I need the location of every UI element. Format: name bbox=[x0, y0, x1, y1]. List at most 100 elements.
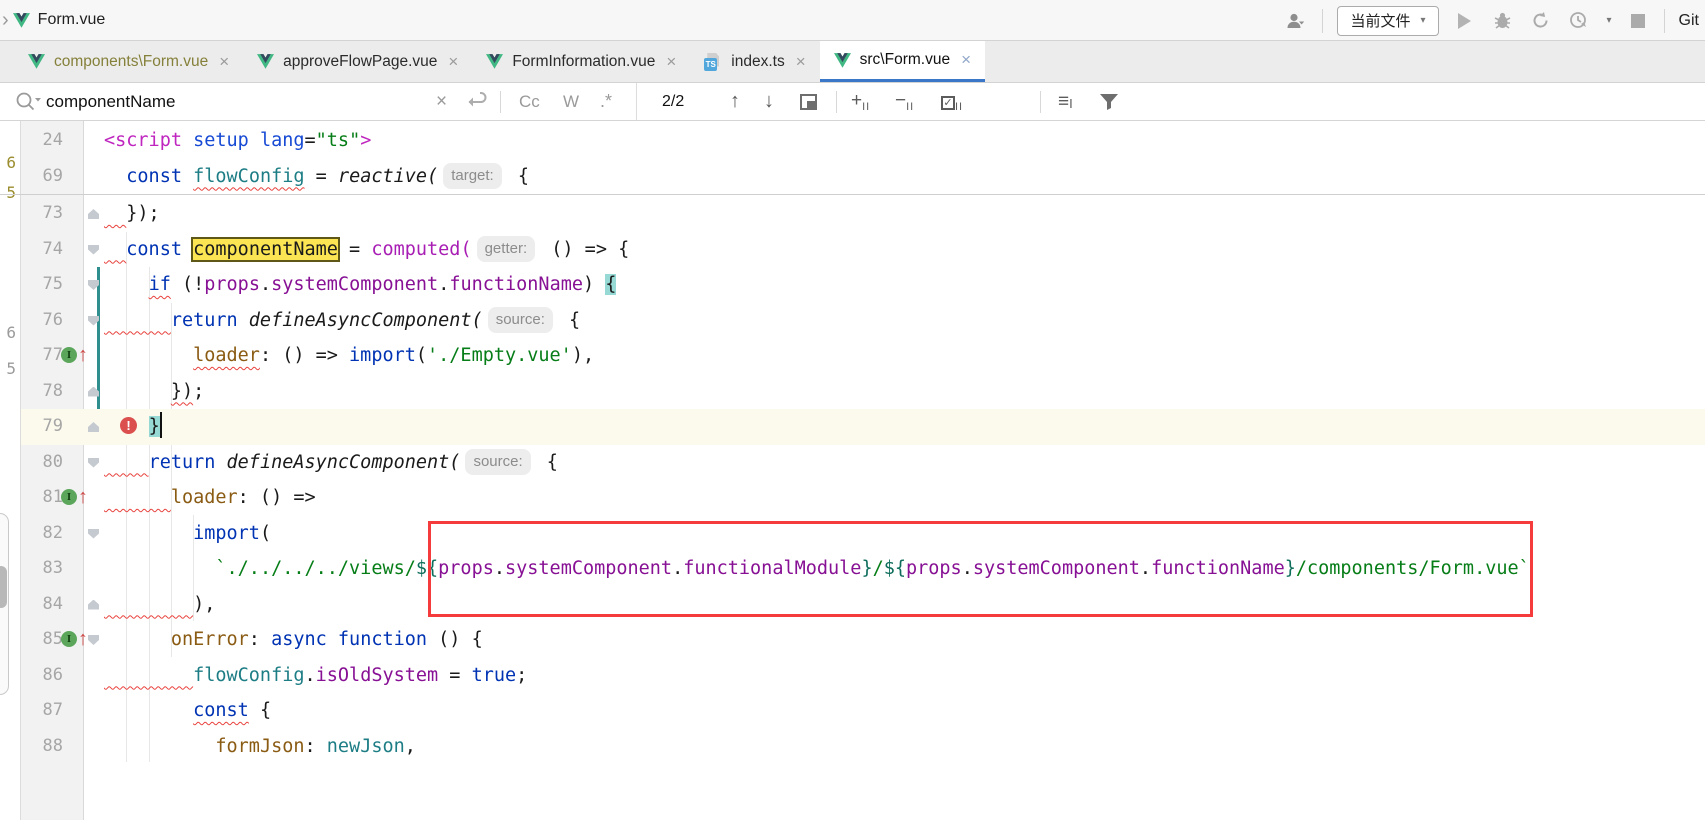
code-line-69: 69 const flowConfig = reactive(target: { bbox=[0, 159, 1705, 195]
clear-search-icon[interactable]: × bbox=[436, 91, 447, 113]
fold-down-icon[interactable] bbox=[88, 280, 99, 290]
navigate-up-icon[interactable]: ↑ bbox=[78, 624, 88, 654]
user-icon[interactable] bbox=[1284, 9, 1308, 33]
inlay-hint: source: bbox=[465, 449, 530, 475]
fold-down-icon[interactable] bbox=[88, 635, 99, 645]
debug-icon[interactable] bbox=[1491, 9, 1515, 33]
code-token: ( bbox=[416, 345, 427, 366]
search-input[interactable]: componentName bbox=[46, 92, 175, 112]
code-line-80: 80 return defineAsyncComponent(source: { bbox=[0, 445, 1705, 481]
code-editor[interactable]: 6 5 6 5 24<script setup lang="ts">69 con… bbox=[0, 121, 1705, 820]
code-token: . bbox=[438, 274, 449, 295]
line-number: 85 bbox=[21, 622, 63, 658]
code-token: () { bbox=[427, 629, 483, 650]
regex-toggle[interactable]: .* bbox=[600, 91, 612, 112]
code-token: / bbox=[873, 558, 884, 579]
rerun-icon[interactable] bbox=[1529, 9, 1553, 33]
code-token: computed( bbox=[371, 239, 471, 260]
code-token bbox=[215, 452, 226, 473]
implemented-marker-icon[interactable]: I bbox=[61, 347, 77, 363]
fold-down-icon[interactable] bbox=[88, 316, 99, 326]
remove-selection-icon[interactable]: −II bbox=[895, 90, 914, 113]
tab-index-ts[interactable]: TSindex.ts× bbox=[690, 41, 819, 82]
run-config-selector[interactable]: 当前文件 ▾ bbox=[1337, 6, 1438, 36]
code-token: ; bbox=[516, 665, 527, 686]
line-number: 80 bbox=[21, 445, 63, 481]
chevron-down-icon[interactable]: ▾ bbox=[1607, 15, 1612, 26]
fold-up-icon[interactable] bbox=[88, 600, 99, 610]
close-tab-icon[interactable]: × bbox=[666, 52, 676, 72]
filter-icon[interactable] bbox=[1098, 92, 1120, 117]
navigate-up-icon[interactable]: ↑ bbox=[78, 482, 88, 512]
fold-up-icon[interactable] bbox=[88, 209, 99, 219]
line-number: 87 bbox=[21, 693, 63, 729]
keep-selection-icon[interactable]: ✓II bbox=[941, 90, 963, 113]
close-tab-icon[interactable]: × bbox=[796, 52, 806, 72]
git-menu[interactable]: Git bbox=[1679, 12, 1699, 30]
tab-forminformation-vue[interactable]: FormInformation.vue× bbox=[472, 41, 690, 82]
add-selection-icon[interactable]: +II bbox=[851, 90, 870, 113]
implemented-marker-icon[interactable]: I bbox=[61, 631, 77, 647]
search-icon[interactable] bbox=[14, 90, 42, 119]
navigate-up-icon[interactable]: ↑ bbox=[78, 340, 88, 370]
close-tab-icon[interactable]: × bbox=[961, 50, 971, 70]
line-number: 74 bbox=[21, 232, 63, 268]
code-token: } bbox=[149, 416, 160, 437]
words-toggle[interactable]: W bbox=[563, 92, 579, 112]
code-token: functionName bbox=[1151, 558, 1285, 579]
line-number: 84 bbox=[21, 587, 63, 623]
code-line-78: 78 }); bbox=[0, 374, 1705, 410]
code-token: true bbox=[472, 665, 517, 686]
stop-button[interactable] bbox=[1626, 9, 1650, 33]
code-text: loader: () => import('./Empty.vue'), bbox=[104, 338, 594, 374]
code-token: , bbox=[405, 736, 416, 757]
vue-file-icon bbox=[486, 54, 503, 69]
code-token bbox=[104, 345, 193, 366]
close-tab-icon[interactable]: × bbox=[219, 52, 229, 72]
match-case-toggle[interactable]: Cc bbox=[519, 92, 540, 112]
code-token: import bbox=[193, 523, 260, 544]
code-token: functionalModule bbox=[683, 558, 861, 579]
fold-down-icon[interactable] bbox=[88, 458, 99, 468]
code-token: }); bbox=[126, 203, 159, 224]
code-token: ( bbox=[260, 523, 271, 544]
fold-up-icon[interactable] bbox=[88, 422, 99, 432]
code-token: : () => bbox=[238, 487, 316, 508]
line-number: 83 bbox=[21, 551, 63, 587]
code-token bbox=[182, 239, 193, 260]
title-bar: › Form.vue 当前文件 ▾ ▾ Git bbox=[0, 0, 1705, 41]
tab-components-form-vue[interactable]: components\Form.vue× bbox=[14, 41, 243, 82]
match-count: 2/2 bbox=[662, 93, 684, 111]
previous-occurrence-button[interactable]: ↑ bbox=[730, 90, 740, 113]
titlebar-actions: 当前文件 ▾ ▾ Git bbox=[1284, 0, 1699, 41]
newline-icon[interactable] bbox=[466, 90, 488, 113]
next-occurrence-button[interactable]: ↓ bbox=[764, 90, 774, 113]
line-number: 82 bbox=[21, 516, 63, 552]
code-line-86: 86 flowConfig.isOldSystem = true; bbox=[0, 658, 1705, 694]
code-token: loader bbox=[171, 487, 238, 508]
code-token: return bbox=[171, 310, 238, 331]
code-token: { bbox=[249, 700, 271, 721]
code-token: = bbox=[305, 166, 338, 187]
implemented-marker-icon[interactable]: I bbox=[61, 489, 77, 505]
code-token: systemComponent bbox=[505, 558, 672, 579]
close-tab-icon[interactable]: × bbox=[448, 52, 458, 72]
code-token: defineAsyncComponent( bbox=[227, 452, 461, 473]
tab-approveflowpage-vue[interactable]: approveFlowPage.vue× bbox=[243, 41, 472, 82]
code-token: } bbox=[1285, 558, 1296, 579]
run-button[interactable] bbox=[1453, 9, 1477, 33]
fold-down-icon[interactable] bbox=[88, 245, 99, 255]
code-line-88: 88 formJson: newJson, bbox=[0, 729, 1705, 765]
select-all-occurrences-icon[interactable] bbox=[800, 94, 817, 110]
code-text: onError: async function () { bbox=[104, 622, 483, 658]
code-token: { bbox=[507, 166, 529, 187]
search-lines-icon[interactable]: ≡I bbox=[1058, 91, 1074, 113]
code-token bbox=[182, 166, 193, 187]
fold-up-icon[interactable] bbox=[88, 387, 99, 397]
profiler-clock-icon[interactable] bbox=[1567, 9, 1591, 33]
code-token: import bbox=[349, 345, 416, 366]
inlay-hint: target: bbox=[443, 163, 502, 189]
fold-down-icon[interactable] bbox=[88, 529, 99, 539]
tab-src-form-vue[interactable]: src\Form.vue× bbox=[820, 41, 985, 82]
inlay-hint: source: bbox=[488, 307, 553, 333]
